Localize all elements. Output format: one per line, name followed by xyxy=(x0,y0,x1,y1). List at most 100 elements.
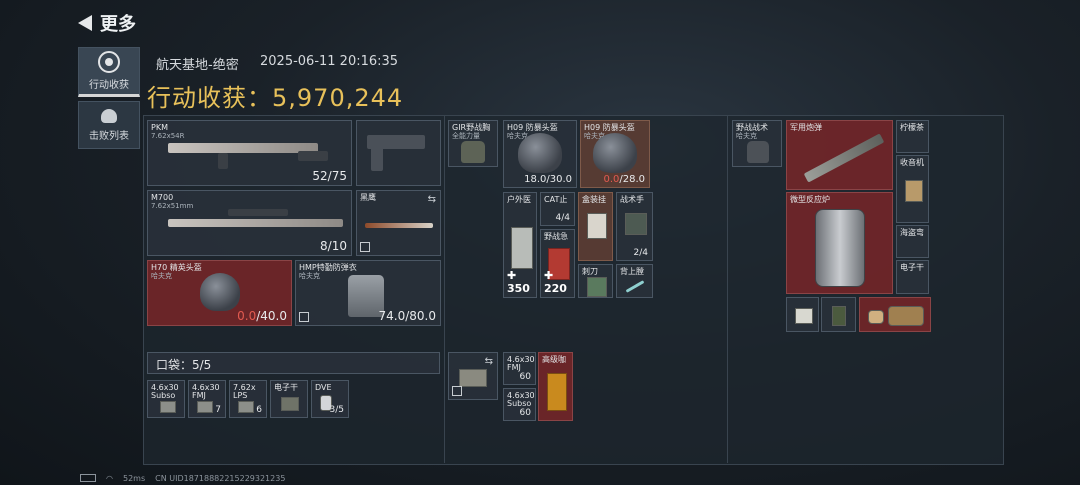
pocket-item[interactable]: 4.6x30 Subso xyxy=(147,380,185,418)
bind-icon xyxy=(360,242,370,252)
item-sub: 哈夫克 xyxy=(736,132,757,140)
helmet-slot[interactable]: H70 精英头盔 哈夫克 0.0/40.0 xyxy=(147,260,292,326)
swap-icon[interactable]: ⇆ xyxy=(485,356,493,367)
item-durability-current: 0.0 xyxy=(603,174,620,185)
item-icon xyxy=(832,306,846,326)
melee-slot[interactable]: 黑鹰 ⇆ xyxy=(356,190,441,256)
chest-item[interactable]: 野战急 ✚ 220 xyxy=(540,229,575,298)
item-name: H09 防暴头盔 xyxy=(507,123,558,132)
item-sub: LPS xyxy=(233,391,248,400)
knife-image xyxy=(365,223,433,228)
pkm-image xyxy=(168,143,318,153)
chest-item[interactable]: 盒装挂 xyxy=(578,192,613,261)
item-qty: 3/5 xyxy=(329,405,344,415)
match-datetime: 2025-06-11 20:16:35 xyxy=(260,54,399,69)
armor-maker: 哈夫克 xyxy=(299,272,320,280)
weapon-name: PKM xyxy=(151,123,168,132)
item-name: 刺刀 xyxy=(582,267,598,276)
backpack-item[interactable]: 电子干 xyxy=(896,260,929,294)
weapon-caliber: 7.62x51mm xyxy=(151,202,194,210)
item-name: 背上膛 xyxy=(620,267,644,276)
item-qty: 4/4 xyxy=(555,213,570,223)
food-icon xyxy=(868,310,884,324)
backpack-item[interactable] xyxy=(821,297,856,332)
weapon-slot-secondary[interactable]: M700 7.62x51mm 8/10 xyxy=(147,190,352,256)
harvest-total: 行动收获：5,970,244 xyxy=(147,78,403,113)
heal-value: 220 xyxy=(544,282,567,295)
chest-item[interactable]: CAT止 4/4 xyxy=(540,192,575,226)
helmet-durability-current: 0.0 xyxy=(237,309,257,323)
bag-item[interactable]: 4.6x30 Subso 60 xyxy=(503,388,536,421)
back-arrow-icon xyxy=(78,15,92,31)
backpack-item[interactable] xyxy=(859,297,931,332)
chest-item[interactable]: 背上膛 xyxy=(616,264,653,298)
chest-item[interactable]: H09 防暴头盔 哈夫克 18.0/30.0 xyxy=(503,120,577,188)
heal-amount: ✚ 220 xyxy=(544,269,567,295)
backpack-item[interactable] xyxy=(786,297,819,332)
item-sub: 全能力量 xyxy=(452,132,480,140)
helmet-maker: 哈夫克 xyxy=(151,272,172,280)
helmet-image xyxy=(593,133,637,173)
electronics-icon xyxy=(281,397,299,411)
heal-value: 350 xyxy=(507,282,530,295)
pocket-item[interactable]: 7.62x LPS 6 xyxy=(229,380,267,418)
pocket-item[interactable]: 4.6x30 FMJ 7 xyxy=(188,380,226,418)
pouch-icon xyxy=(459,369,487,387)
rig-image xyxy=(461,141,485,163)
backpack-item[interactable]: 海盗弯 xyxy=(896,225,929,258)
medkit-icon xyxy=(511,227,533,269)
item-name: 电子干 xyxy=(900,263,924,272)
m700-scope xyxy=(228,209,288,216)
chest-item[interactable]: 战术手 2/4 xyxy=(616,192,653,261)
map-name: 航天基地-绝密 xyxy=(156,58,239,73)
pistol-slot[interactable] xyxy=(356,120,441,186)
tab-harvest[interactable]: 行动收获 xyxy=(78,47,140,97)
chest-item[interactable]: H09 防暴头盔 哈夫克 0.0/28.0 xyxy=(580,120,650,188)
item-durability: 0.0/28.0 xyxy=(603,174,645,185)
backpack-item[interactable]: 微型反应炉 xyxy=(786,192,893,294)
item-name: GIR野战胸 xyxy=(452,123,491,132)
boxed-item-icon xyxy=(587,213,607,239)
column-divider xyxy=(727,115,728,463)
item-name: 军用炮弹 xyxy=(790,123,822,132)
bag-slot[interactable]: ⇆ xyxy=(448,352,498,400)
bag-item[interactable]: 高级咖 xyxy=(538,352,573,421)
backpack-slot[interactable]: 野战战术 哈夫克 xyxy=(732,120,782,167)
chest-rig-slot[interactable]: GIR野战胸 全能力量 xyxy=(448,120,498,167)
pkm-grip xyxy=(218,153,228,169)
back-button[interactable]: 更多 xyxy=(78,10,136,36)
chest-item[interactable]: 户外医 ✚ 350 xyxy=(503,192,537,298)
tab-kill-list[interactable]: 击败列表 xyxy=(78,101,140,149)
weapon-caliber: 7.62x54R xyxy=(151,132,185,140)
harvest-label: 行动收获： xyxy=(147,84,272,112)
status-bar: ◠ 52ms CN UID18718882215229321235 xyxy=(80,474,285,483)
battery-icon xyxy=(80,474,96,482)
item-name: 电子干 xyxy=(274,383,298,392)
item-sub: Subso xyxy=(507,399,532,408)
item-qty: 7 xyxy=(215,405,221,415)
pocket-item[interactable]: DVE 3/5 xyxy=(311,380,349,418)
pistol-grip xyxy=(371,147,383,171)
weapon-slot-primary[interactable]: PKM 7.62x54R 52/75 xyxy=(147,120,352,186)
item-icon xyxy=(795,308,813,324)
backpack-item[interactable]: 柠檬茶 xyxy=(896,120,929,153)
uid: CN UID18718882215229321235 xyxy=(155,474,286,483)
item-name: 高级咖 xyxy=(542,355,566,364)
radio-icon xyxy=(905,180,923,202)
pocket-header: 口袋：5/5 xyxy=(147,352,440,374)
item-name: 野战急 xyxy=(544,232,568,241)
pocket-item[interactable]: 电子干 xyxy=(270,380,308,418)
swap-icon[interactable]: ⇆ xyxy=(428,194,436,205)
helmet-image xyxy=(200,273,240,311)
backpack-item[interactable]: 军用炮弹 xyxy=(786,120,893,190)
skull-icon xyxy=(101,108,117,123)
tab-kill-list-label: 击败列表 xyxy=(89,130,129,142)
weapon-ammo: 52/75 xyxy=(312,169,347,183)
melee-name: 黑鹰 xyxy=(360,193,376,202)
chest-item[interactable]: 刺刀 xyxy=(578,264,613,298)
helmet-durability: 0.0/40.0 xyxy=(237,309,287,323)
backpack-item[interactable]: 收音机 xyxy=(896,155,929,223)
armor-slot[interactable]: HMP特勤防弹衣 哈夫克 74.0/80.0 xyxy=(295,260,441,326)
bag-item[interactable]: 4.6x30 FMJ 60 xyxy=(503,352,536,385)
item-name: 柠檬茶 xyxy=(900,123,924,132)
